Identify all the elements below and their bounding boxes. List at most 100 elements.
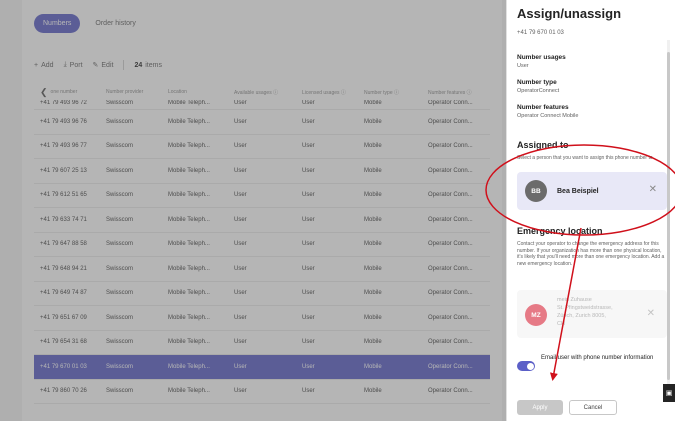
cell-provider: Swisscom: [106, 100, 134, 106]
cell-licensed: User: [302, 143, 315, 150]
column-header-licensed-usages[interactable]: Licensed usages ⓘ: [302, 89, 364, 96]
cell-available: User: [234, 100, 247, 106]
add-button[interactable]: + Add: [34, 62, 54, 69]
cell-features: Operator Conn...: [428, 265, 473, 272]
cell-provider: Swisscom: [106, 167, 134, 174]
cell-number: +41 79 493 96 72: [40, 100, 87, 106]
cell-available: User: [234, 265, 247, 272]
cell-location: Mobile Teleph...: [168, 216, 210, 223]
cell-provider: Swisscom: [106, 241, 134, 248]
item-count: 24 items: [134, 62, 162, 69]
item-count-value: 24: [134, 61, 143, 69]
cell-location: Mobile Teleph...: [168, 290, 210, 297]
cell-features: Operator Conn...: [428, 216, 473, 223]
column-header-number-features[interactable]: Number features ⓘ: [428, 89, 490, 96]
column-header-label: Licensed usages: [302, 89, 340, 96]
column-header-number-type[interactable]: Number type ⓘ: [364, 89, 428, 96]
panel-phone-number: +41 79 670 01 03: [517, 30, 564, 36]
cell-available: User: [234, 290, 247, 297]
cell-features: Operator Conn...: [428, 167, 473, 174]
cell-features: Operator Conn...: [428, 339, 473, 346]
cell-type: Mobile: [364, 100, 382, 106]
table-row[interactable]: +41 79 860 70 26 Swisscom Mobile Teleph...…: [34, 380, 490, 404]
cell-type: Mobile: [364, 339, 382, 346]
cell-location: Mobile Teleph...: [168, 388, 210, 395]
table-row[interactable]: +41 79 648 94 21 Swisscom Mobile Teleph...…: [34, 257, 490, 282]
cell-type: Mobile: [364, 192, 382, 199]
cell-number: +41 79 654 31 68: [40, 339, 87, 346]
cell-licensed: User: [302, 118, 315, 125]
cell-provider: Swisscom: [106, 388, 134, 395]
cell-licensed: User: [302, 290, 315, 297]
column-header-label: Number features: [428, 89, 466, 96]
location-name: mein Zuhause: [557, 297, 592, 303]
chevron-left-icon[interactable]: ❮: [40, 87, 48, 98]
table-row[interactable]: +41 79 647 88 58 Swisscom Mobile Teleph...…: [34, 233, 490, 257]
table-row[interactable]: +41 79 607 25 13 Swisscom Mobile Teleph...…: [34, 159, 490, 184]
cell-features: Operator Conn...: [428, 143, 473, 150]
apply-button[interactable]: Apply: [517, 400, 563, 415]
emergency-location-text: Contact your operator to change the emer…: [517, 241, 665, 267]
cell-available: User: [234, 143, 247, 150]
column-header-location[interactable]: Location: [168, 89, 234, 95]
column-header-available-usages[interactable]: Available usages ⓘ: [234, 89, 302, 96]
number-type-label: Number type: [517, 79, 557, 86]
cell-available: User: [234, 388, 247, 395]
cell-location: Mobile Teleph...: [168, 118, 210, 125]
cell-available: User: [234, 216, 247, 223]
cell-number: +41 79 860 70 26: [40, 388, 87, 395]
cell-location: Mobile Teleph...: [168, 167, 210, 174]
cell-available: User: [234, 314, 247, 321]
item-count-label: items: [145, 61, 162, 69]
email-user-toggle[interactable]: [517, 361, 535, 371]
cell-available: User: [234, 192, 247, 199]
cell-licensed: User: [302, 265, 315, 272]
toolbar-divider: [123, 60, 125, 70]
cell-type: Mobile: [364, 241, 382, 248]
cell-location: Mobile Teleph...: [168, 143, 210, 150]
cell-licensed: User: [302, 363, 315, 370]
location-avatar: MZ: [525, 304, 547, 326]
info-icon: ⓘ: [340, 89, 346, 96]
cell-type: Mobile: [364, 143, 382, 150]
cell-location: Mobile Teleph...: [168, 265, 210, 272]
tab-numbers[interactable]: Numbers: [34, 14, 81, 33]
port-label: Port: [69, 61, 83, 69]
cell-provider: Swisscom: [106, 314, 134, 321]
number-features-label: Number features: [517, 104, 569, 111]
cell-type: Mobile: [364, 167, 382, 174]
cell-type: Mobile: [364, 118, 382, 125]
assigned-person-card[interactable]: BB Bea Beispiel ✕: [517, 172, 667, 210]
port-button[interactable]: ⤓ Port: [64, 61, 83, 69]
table-row[interactable]: +41 79 612 51 65 Swisscom Mobile Teleph...…: [34, 184, 490, 208]
table-row[interactable]: +41 79 633 74 71 Swisscom Mobile Teleph...…: [34, 208, 490, 233]
cell-licensed: User: [302, 216, 315, 223]
tab-order-history[interactable]: Order history: [86, 14, 145, 33]
cell-type: Mobile: [364, 216, 382, 223]
cell-licensed: User: [302, 339, 315, 346]
table-row[interactable]: +41 79 493 96 77 Swisscom Mobile Teleph...…: [34, 135, 490, 159]
table-row-selected[interactable]: +41 79 670 01 03 Swisscom Mobile Teleph...…: [34, 355, 490, 380]
numbers-table: ❮ one number Number provider Location Av…: [34, 84, 490, 404]
feedback-icon[interactable]: ▣: [663, 384, 675, 402]
cell-location: Mobile Teleph...: [168, 192, 210, 199]
avatar: BB: [525, 180, 547, 202]
cell-number: +41 79 607 25 13: [40, 167, 87, 174]
column-header-provider[interactable]: Number provider: [106, 89, 168, 95]
location-details: mein Zuhause St. Pfingstweidstrasse, Zür…: [557, 296, 613, 328]
cell-number: +41 79 651 67 09: [40, 314, 87, 321]
panel-scrollbar-thumb[interactable]: [667, 52, 670, 380]
remove-location-close-icon[interactable]: ✕: [647, 308, 655, 319]
table-row[interactable]: +41 79 654 31 68 Swisscom Mobile Teleph...…: [34, 331, 490, 355]
cell-provider: Swisscom: [106, 118, 134, 125]
table-row[interactable]: +41 79 493 96 72 Swisscom Mobile Teleph.…: [34, 100, 490, 110]
emergency-location-card[interactable]: MZ mein Zuhause St. Pfingstweidstrasse, …: [517, 290, 667, 338]
table-row[interactable]: +41 79 493 96 76 Swisscom Mobile Teleph...…: [34, 110, 490, 135]
remove-person-close-icon[interactable]: ✕: [649, 184, 657, 195]
table-row[interactable]: +41 79 651 67 09 Swisscom Mobile Teleph...…: [34, 306, 490, 331]
edit-button[interactable]: ✎ Edit: [93, 61, 114, 70]
column-header-number[interactable]: ❮ one number: [34, 87, 106, 98]
cell-number: +41 79 670 01 03: [40, 363, 87, 370]
cancel-button[interactable]: Cancel: [569, 400, 617, 415]
table-row[interactable]: +41 79 649 74 87 Swisscom Mobile Teleph...…: [34, 282, 490, 306]
